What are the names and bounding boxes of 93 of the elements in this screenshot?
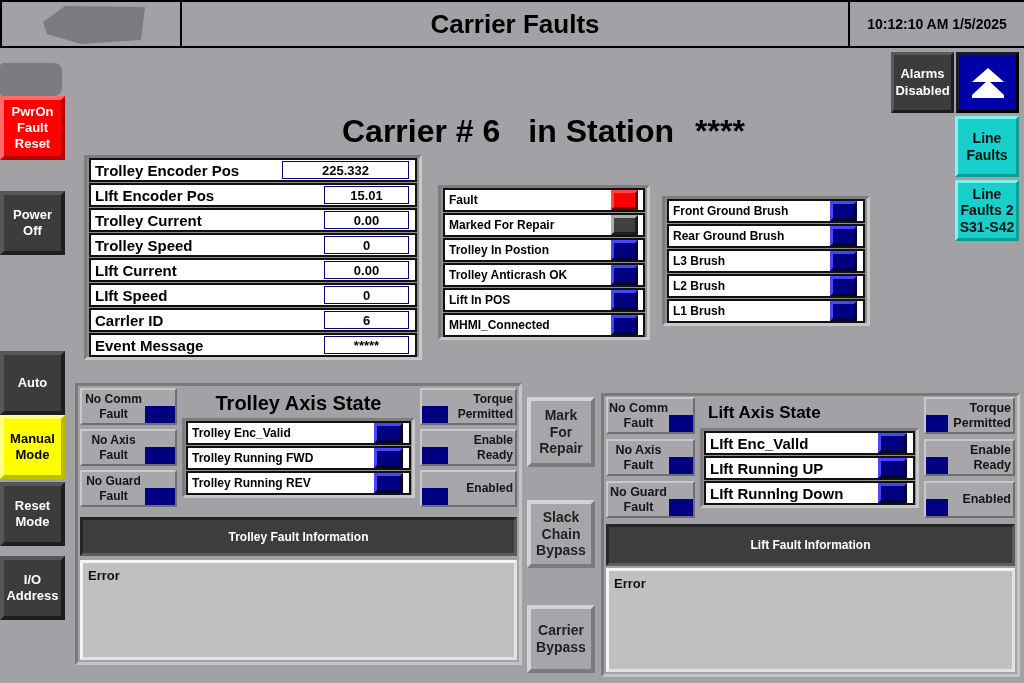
status-label: Enable Ready — [970, 442, 1012, 473]
status-label: No Axis Fault — [615, 442, 662, 473]
indicator-light-icon — [669, 499, 693, 516]
value-display: 0.00 — [324, 211, 409, 229]
alarms-button[interactable]: Alarms Disabled — [891, 52, 954, 113]
error-text: Error — [88, 568, 120, 583]
reading-label: LIft Encoder Pos — [95, 186, 215, 204]
action-button[interactable]: Mark For Repair — [527, 397, 595, 467]
reading-label: Event Message — [95, 336, 204, 354]
line-faults-button[interactable]: Line Faults — [955, 116, 1019, 177]
value-display: 15.01 — [324, 186, 409, 204]
status-label: Enable Ready — [473, 433, 514, 462]
axis-title: Trolley Axis State — [214, 390, 383, 416]
side-button[interactable]: Power Off — [0, 191, 65, 255]
station-label: in Station — [528, 113, 675, 149]
indicator-light-icon — [374, 473, 403, 493]
fault-info-header: Lift Fault Information — [606, 524, 1015, 566]
indicator-light-icon — [145, 447, 175, 464]
value-display: 6 — [324, 311, 409, 329]
indicator-light-icon — [145, 406, 175, 423]
reading-label: Trolley Speed — [95, 236, 193, 254]
station-value: **** — [695, 113, 745, 149]
status-label: Front Ground Brush — [673, 204, 789, 218]
date-time: 10:12:10 AM 1/5/2025 — [867, 16, 1007, 32]
fault-info-header: Trolley Fault Information — [80, 517, 517, 556]
value-display: 0.00 — [324, 261, 409, 279]
page-up-button[interactable] — [956, 52, 1019, 113]
error-text: Error — [614, 576, 646, 591]
value-display: ***** — [324, 336, 409, 354]
status-label: Fault — [449, 193, 478, 207]
indicator-light-icon — [830, 201, 857, 221]
indicator-light-icon — [422, 488, 448, 505]
signal-label: Trolley Running REV — [192, 476, 311, 490]
indicator-light-icon — [830, 251, 857, 271]
status-label: Rear Ground Brush — [673, 229, 785, 243]
signal-label: Trolley Enc_Valid — [192, 426, 291, 440]
status-label: Trolley Anticrash OK — [449, 268, 568, 282]
reading-label: LIft Speed — [95, 286, 168, 304]
status-label: Torque Permitted — [457, 392, 514, 421]
value-display: 0 — [324, 286, 409, 304]
indicator-light-icon — [926, 415, 948, 432]
side-button[interactable]: PwrOn Fault Reset — [0, 96, 65, 160]
indicator-light-icon — [374, 448, 403, 468]
double-up-arrow-icon — [971, 67, 1004, 98]
side-button[interactable]: Reset Mode — [0, 482, 65, 546]
indicator-light-icon — [830, 276, 857, 296]
indicator-light-icon — [145, 488, 175, 505]
status-label: Enabled — [962, 492, 1012, 507]
status-label: L1 Brush — [673, 304, 725, 318]
indicator-light-icon — [926, 457, 948, 474]
carrier-heading: Carrier # 6 — [342, 113, 501, 149]
indicator-light-icon — [422, 406, 448, 423]
reading-label: Carrler ID — [95, 311, 164, 329]
status-label: No Comm Fault — [609, 400, 668, 431]
indicator-light-icon — [830, 226, 857, 246]
value-display: 0 — [324, 236, 409, 254]
indicator-light-icon — [830, 301, 857, 321]
indicator-light-icon — [669, 457, 693, 474]
status-label: L3 Brush — [673, 254, 725, 268]
status-label: Marked For Repair — [449, 218, 555, 232]
indicator-light-icon — [878, 433, 907, 453]
reading-label: Trolley Encoder Pos — [95, 161, 240, 179]
status-label: No Axis Fault — [91, 433, 136, 462]
value-display: 225.332 — [282, 161, 409, 179]
indicator-light-icon — [926, 499, 948, 516]
action-button[interactable]: Carrier Bypass — [527, 605, 595, 673]
signal-label: LIft Running UP — [710, 459, 824, 477]
indicator-light-icon — [374, 423, 403, 443]
indicator-light-icon — [669, 415, 693, 432]
side-button[interactable]: I/O Address — [0, 556, 65, 620]
action-button[interactable]: Slack Chain Bypass — [527, 500, 595, 568]
image-placeholder — [0, 63, 62, 96]
status-label: Trolley In Postion — [449, 243, 549, 257]
signal-label: Trolley Running FWD — [192, 451, 314, 465]
indicator-light-icon — [422, 447, 448, 464]
status-label: No Comm Fault — [85, 392, 142, 421]
status-label: MHMI_Connected — [449, 318, 550, 332]
reading-label: Trolley Current — [95, 211, 202, 229]
indicator-light-icon — [878, 458, 907, 478]
status-label: L2 Brush — [673, 279, 725, 293]
axis-title: Lift Axis State — [707, 401, 822, 424]
line-faults-button[interactable]: Line Faults 2 S31-S42 — [955, 180, 1019, 241]
status-label: Lift In POS — [449, 293, 511, 307]
status-label: No Guard Fault — [86, 474, 141, 503]
screen-title: Carrier Faults — [430, 8, 600, 40]
signal-label: LIft Enc_Valld — [710, 434, 809, 452]
indicator-light-icon — [878, 483, 907, 503]
side-button[interactable]: Auto — [0, 351, 65, 415]
status-label: Torque Permitted — [953, 400, 1012, 431]
signal-label: LIft Runnlng Down — [710, 484, 844, 502]
reading-label: LIft Current — [95, 261, 177, 279]
status-label: Enabled — [466, 481, 514, 496]
status-label: No Guard Fault — [610, 484, 667, 515]
